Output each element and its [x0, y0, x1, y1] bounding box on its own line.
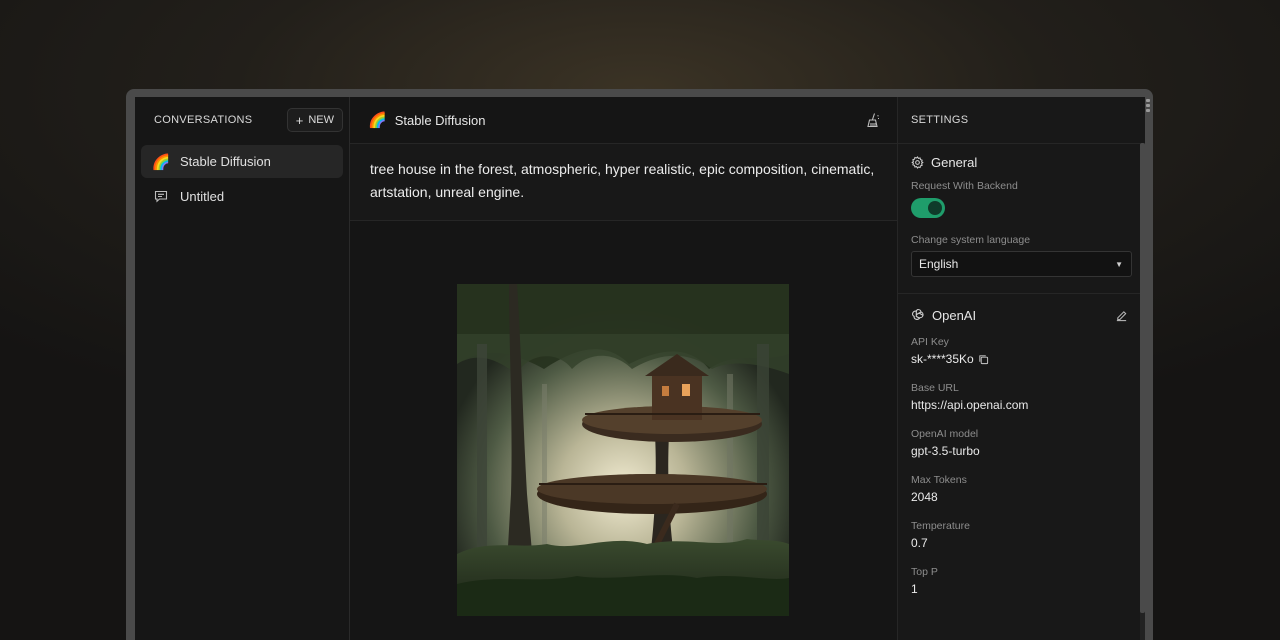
field-label: Temperature [911, 520, 970, 532]
new-conversation-button[interactable]: + NEW [286, 108, 343, 132]
field-label: API Key [911, 336, 949, 348]
chat-header: 🌈 Stable Diffusion [350, 97, 897, 144]
conversation-label: Untitled [180, 189, 225, 204]
conversation-item-stable-diffusion[interactable]: 🌈 Stable Diffusion [141, 145, 343, 178]
user-prompt-message: tree house in the forest, atmospheric, h… [350, 144, 897, 221]
language-select[interactable]: English ▼ [911, 251, 1132, 277]
field-value: sk-****35Ko [911, 352, 1132, 366]
toggle-knob [928, 201, 942, 215]
copy-icon[interactable] [978, 354, 989, 365]
broom-clear-icon[interactable] [865, 112, 881, 128]
openai-settings-section: OpenAI API Key sk-****35Ko Base URL http… [898, 294, 1145, 612]
api-key-value: sk-****35Ko [911, 352, 974, 366]
plus-icon: + [295, 112, 304, 128]
field-value: 1 [911, 582, 918, 596]
message-icon [153, 190, 169, 203]
field-label: Max Tokens [911, 474, 967, 486]
field-value: 2048 [911, 490, 938, 504]
conversation-label: Stable Diffusion [180, 154, 271, 169]
settings-panel: SETTINGS General Request With Backend Ch… [897, 97, 1145, 640]
edit-pencil-icon[interactable] [1115, 309, 1128, 322]
window-handle[interactable] [1146, 99, 1150, 112]
openai-title-text: OpenAI [932, 307, 977, 323]
sidebar-title: CONVERSATIONS [154, 114, 253, 126]
api-key-field: API Key sk-****35Ko [911, 336, 1132, 366]
settings-scrollbar-thumb[interactable] [1140, 143, 1145, 613]
rainbow-icon: 🌈 [151, 153, 171, 171]
chat-main: 🌈 Stable Diffusion tree house in the for… [350, 97, 897, 640]
field-value: 0.7 [911, 536, 928, 550]
request-backend-label: Request With Backend [911, 180, 1018, 192]
model-field: OpenAI model gpt-3.5-turbo [911, 428, 1132, 458]
max-tokens-field: Max Tokens 2048 [911, 474, 1132, 504]
response-area [350, 221, 897, 640]
new-button-label: NEW [308, 114, 334, 126]
general-settings-section: General Request With Backend Change syst… [898, 144, 1145, 294]
openai-logo-icon [911, 308, 925, 322]
field-label: Base URL [911, 382, 959, 394]
gear-icon [911, 155, 924, 169]
chat-title: 🌈 Stable Diffusion [368, 111, 865, 129]
language-value: English [919, 257, 959, 271]
openai-section-title: OpenAI [911, 294, 1132, 336]
general-section-title: General [911, 144, 1132, 180]
top-p-field: Top P 1 [911, 566, 1132, 596]
app-window: CONVERSATIONS + NEW 🌈 Stable Diffusion U… [135, 97, 1145, 640]
conversation-list: 🌈 Stable Diffusion Untitled [135, 143, 349, 217]
conversations-sidebar: CONVERSATIONS + NEW 🌈 Stable Diffusion U… [135, 97, 350, 640]
general-title-text: General [931, 154, 978, 170]
field-value: gpt-3.5-turbo [911, 444, 980, 458]
field-value: https://api.openai.com [911, 398, 1029, 412]
device-frame: CONVERSATIONS + NEW 🌈 Stable Diffusion U… [126, 89, 1153, 640]
field-label: Top P [911, 566, 938, 578]
conversation-item-untitled[interactable]: Untitled [141, 180, 343, 213]
sidebar-header: CONVERSATIONS + NEW [135, 97, 349, 143]
chat-title-text: Stable Diffusion [394, 112, 486, 128]
language-label: Change system language [911, 234, 1031, 246]
request-backend-toggle[interactable] [911, 198, 945, 218]
base-url-field: Base URL https://api.openai.com [911, 382, 1132, 412]
field-label: OpenAI model [911, 428, 979, 440]
settings-title: SETTINGS [898, 97, 1145, 144]
temperature-field: Temperature 0.7 [911, 520, 1132, 550]
rainbow-icon: 🌈 [368, 112, 387, 129]
caret-down-icon: ▼ [1115, 259, 1123, 269]
generated-tree-house-image[interactable] [457, 284, 789, 616]
